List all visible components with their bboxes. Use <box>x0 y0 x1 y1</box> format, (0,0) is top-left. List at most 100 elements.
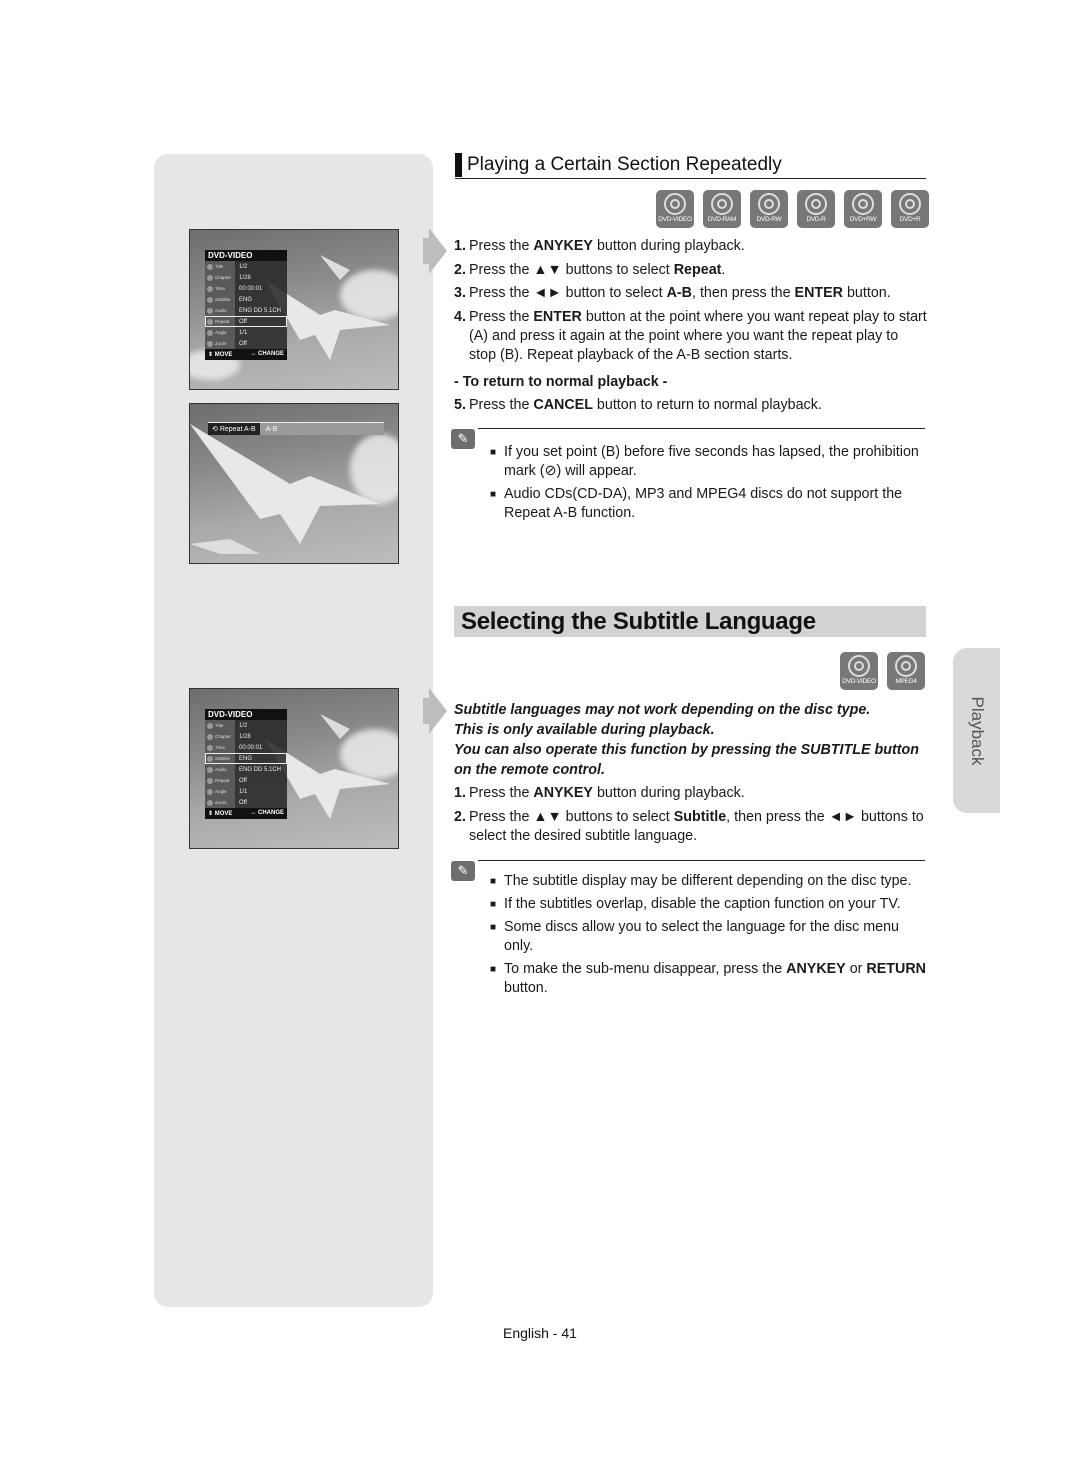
subtitle-icon <box>207 296 213 303</box>
time-icon <box>207 744 213 751</box>
pencil-note-icon: ✎ <box>451 429 475 449</box>
note-item: ■ Some discs allow you to select the lang… <box>490 918 930 956</box>
note-item: ■ If the subtitles overlap, disable the c… <box>490 895 930 914</box>
osd-label-text: Title <box>215 264 224 269</box>
osd-move-hint: ⇕ MOVE <box>208 811 233 817</box>
osd-label-text: Zoom <box>215 800 227 805</box>
note-item: ■ Audio CDs(CD-DA), MP3 and MPEG4 discs d… <box>490 485 930 523</box>
angle-icon <box>207 329 213 336</box>
note-text-part: The subtitle display may be different de… <box>504 873 912 889</box>
repeat-ab-label: Repeat A-B <box>219 425 256 433</box>
audio-icon <box>207 307 213 314</box>
osd-menu: DVD-VIDEO Title 1/2 Chapter 1/28 Time 00:00:0… <box>205 250 287 360</box>
bullet-square-icon: ■ <box>490 489 497 500</box>
osd-row-label: Time <box>205 283 235 294</box>
step-keyword: ENTER <box>794 285 843 301</box>
osd-label-text: Repeat <box>215 319 230 324</box>
step-keyword: ANYKEY <box>533 238 593 254</box>
step-keyword: ANYKEY <box>533 785 593 801</box>
step-number: 1. <box>454 785 466 801</box>
intro-line: You can also operate this function by pr… <box>454 742 919 778</box>
osd-change-hint: ↔ CHANGE <box>250 810 284 816</box>
disc-icon <box>852 193 874 215</box>
subtitle-notes: ■ The subtitle display may be different d… <box>490 872 930 1002</box>
osd-label-text: Angle <box>215 789 227 794</box>
step-text-part: Press the ▲▼ buttons to select <box>469 261 674 278</box>
disc-label: MPEG4 <box>895 678 917 685</box>
osd-row-value: Off <box>239 340 247 347</box>
chapter-tab-label: Playback <box>967 696 987 765</box>
subtitle-steps: 1. Press the ANYKEY button during playbac… <box>454 784 929 850</box>
pencil-note-icon: ✎ <box>451 861 475 881</box>
step-number: 3. <box>454 285 466 301</box>
note-divider <box>478 428 925 429</box>
osd-row-chapter: Chapter 1/28 <box>205 272 287 283</box>
note-item: ■ The subtitle display may be different d… <box>490 872 930 891</box>
bullet-square-icon: ■ <box>490 447 497 458</box>
intro-line: Subtitle languages may not work dependin… <box>454 702 871 718</box>
chapter-icon <box>207 274 213 281</box>
bullet-square-icon: ■ <box>490 964 497 975</box>
repeat-icon <box>207 318 213 325</box>
seagull-image <box>190 424 380 554</box>
osd-row-label: Chapter <box>205 731 235 742</box>
note-text-part: To make the sub-menu disappear, press th… <box>504 961 787 977</box>
osd-change-hint: ↔ CHANGE <box>250 351 284 357</box>
osd-label-text: Audio <box>215 767 227 772</box>
subtitle-intro: Subtitle languages may not work dependin… <box>454 700 929 780</box>
disc-type-icons: DVD-VIDEO DVD-RAM DVD-RW DVD-R DVD+RW DVD+R <box>656 190 929 228</box>
chapter-tab-playback[interactable]: Playback <box>953 648 1000 813</box>
osd-row-value: 1/28 <box>239 733 251 740</box>
osd-label-text: Audio <box>215 308 227 313</box>
zoom-icon <box>207 799 213 806</box>
osd-label-text: Repeat <box>215 778 230 783</box>
step-keyword: CANCEL <box>533 397 593 413</box>
pointer-arrow-icon <box>423 228 447 274</box>
osd-row-title: Title 1/2 <box>205 261 287 272</box>
osd-row-angle: Angle 1/1 <box>205 327 287 338</box>
repeat-ab-bar: ⟲ Repeat A-B A-B <box>208 422 384 435</box>
disc-label: DVD+RW <box>849 216 877 223</box>
osd-row-time: Time 00:00:01 <box>205 742 287 753</box>
step-number: 1. <box>454 238 466 254</box>
section-title: Playing a Certain Section Repeatedly <box>467 154 782 175</box>
osd-title: DVD-VIDEO <box>205 709 287 720</box>
note-divider <box>478 860 925 861</box>
osd-move-hint: ⇕ MOVE <box>208 352 233 358</box>
osd-row-subtitle: Subtitle ENG <box>205 294 287 305</box>
disc-icon <box>895 655 917 677</box>
disc-label: DVD-R <box>806 216 826 223</box>
osd-row-label: Repeat <box>205 316 235 327</box>
page-number: English - 41 <box>503 1325 577 1341</box>
osd-row-label: Title <box>205 720 235 731</box>
osd-screenshot-repeat: DVD-VIDEO Title 1/2 Chapter 1/28 Time 00:00:0… <box>189 229 399 390</box>
angle-icon <box>207 788 213 795</box>
osd-label-text: Chapter <box>215 275 232 280</box>
osd-label-text: Angle <box>215 330 227 335</box>
step-text: Press the ▲▼ buttons to select Subtitle,… <box>469 808 929 846</box>
osd-row-label: Chapter <box>205 272 235 283</box>
osd-row-value: 1/2 <box>239 263 248 270</box>
return-subheading: - To return to normal playback - <box>454 374 668 390</box>
disc-label: DVD+R <box>899 216 921 223</box>
disc-badge-dvd-r: DVD+R <box>891 190 929 228</box>
osd-row-angle: Angle 1/1 <box>205 786 287 797</box>
osd-row-value: Off <box>239 777 247 784</box>
disc-label: DVD-VIDEO <box>658 216 692 223</box>
step-text-part: button during playback. <box>592 785 745 801</box>
osd-label-text: Time <box>215 286 225 291</box>
osd-row-value: ENG <box>239 755 253 762</box>
osd-row-value: 1/2 <box>239 722 248 729</box>
osd-label-text: Chapter <box>215 734 232 739</box>
disc-label: DVD-VIDEO <box>842 678 876 685</box>
osd-row-label: Zoom <box>205 797 235 808</box>
step-text-part: button during playback. <box>592 238 745 254</box>
disc-type-icons: DVD-VIDEO MPEG4 <box>840 652 925 690</box>
note-text: The subtitle display may be different de… <box>504 872 911 891</box>
osd-row-repeat: Repeat Off <box>205 316 287 327</box>
note-text-part: or <box>845 961 867 977</box>
step-5: 5. Press the CANCEL button to return to … <box>454 396 929 420</box>
osd-label-text: Subtitle <box>215 756 231 761</box>
step-item: 1. Press the ANYKEY button during playbac… <box>454 784 929 803</box>
disc-badge-mpeg4: MPEG4 <box>887 652 925 690</box>
